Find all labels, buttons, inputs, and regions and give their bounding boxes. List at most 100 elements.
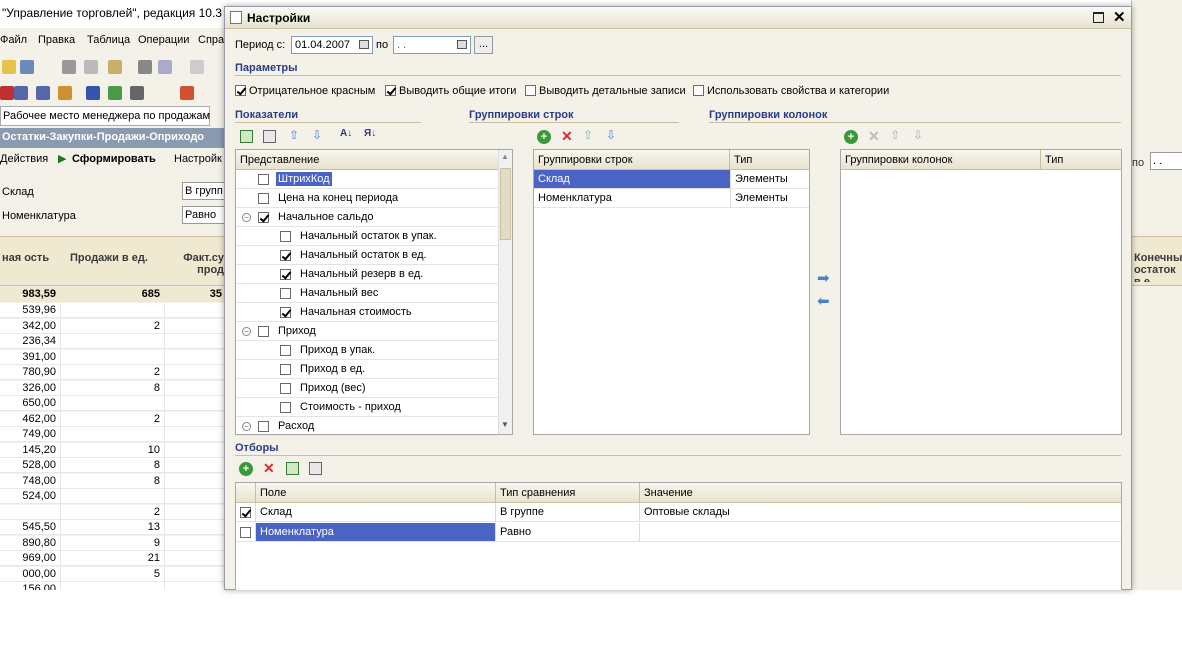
checkbox[interactable] bbox=[240, 527, 251, 538]
checkbox[interactable] bbox=[280, 364, 291, 375]
uncheck-all-icon[interactable] bbox=[263, 130, 276, 143]
param-2[interactable]: Выводить общие итоги bbox=[385, 85, 516, 97]
checkbox[interactable] bbox=[280, 231, 291, 242]
filter-field[interactable]: Склад bbox=[256, 503, 496, 522]
filter-field[interactable]: Номенклатура bbox=[256, 523, 496, 542]
scroll-down-icon[interactable]: ▼ bbox=[501, 420, 509, 429]
move-left-icon[interactable]: ⬅ bbox=[817, 292, 830, 310]
scroll-up-icon[interactable]: ▲ bbox=[501, 152, 509, 161]
collapse-icon[interactable]: − bbox=[242, 422, 251, 431]
param-3[interactable]: Выводить детальные записи bbox=[525, 85, 686, 97]
move-down-icon[interactable]: ⇩ bbox=[913, 128, 923, 142]
right-date-input[interactable]: . . bbox=[1150, 152, 1182, 170]
check-all-icon[interactable] bbox=[286, 462, 299, 475]
indicator-row[interactable]: Стоимость - приход bbox=[236, 398, 498, 417]
sort-desc-icon[interactable]: Я↓ bbox=[364, 128, 376, 139]
collapse-icon[interactable]: − bbox=[242, 327, 251, 336]
list-icon[interactable] bbox=[36, 86, 50, 100]
add-icon[interactable]: + bbox=[239, 462, 253, 476]
indicator-row[interactable]: Приход в упак. bbox=[236, 341, 498, 360]
rg-row-name[interactable]: Номенклатура bbox=[534, 189, 730, 208]
delete-icon[interactable]: ✕ bbox=[868, 128, 880, 145]
menu-edit[interactable]: Правка bbox=[38, 34, 75, 46]
checkbox[interactable] bbox=[240, 507, 251, 518]
indicator-row[interactable]: ШтрихКод bbox=[236, 170, 498, 189]
filter-value-warehouse[interactable]: В групп bbox=[182, 182, 226, 200]
checkbox[interactable] bbox=[258, 212, 269, 223]
filter-check[interactable] bbox=[236, 523, 256, 542]
paste-icon[interactable] bbox=[108, 60, 122, 74]
menu-table[interactable]: Таблица bbox=[87, 34, 130, 46]
indicator-row[interactable]: Начальный остаток в ед. bbox=[236, 246, 498, 265]
checkbox[interactable] bbox=[258, 174, 269, 185]
indicator-row[interactable]: Приход (вес) bbox=[236, 379, 498, 398]
checkbox[interactable] bbox=[280, 269, 291, 280]
form-button[interactable]: Сформировать bbox=[72, 153, 156, 165]
filter-value[interactable] bbox=[640, 523, 1121, 542]
move-up-icon[interactable]: ⇧ bbox=[890, 128, 900, 142]
checkbox[interactable] bbox=[525, 85, 536, 96]
filter-cmp[interactable]: Равно bbox=[496, 523, 640, 542]
check-all-icon[interactable] bbox=[240, 130, 253, 143]
calendar-icon[interactable] bbox=[457, 40, 467, 49]
move-up-icon[interactable]: ⇧ bbox=[583, 128, 593, 142]
sort-asc-icon[interactable]: A↓ bbox=[340, 128, 352, 139]
move-up-icon[interactable]: ⇧ bbox=[289, 128, 299, 142]
indicator-row[interactable]: Цена на конец периода bbox=[236, 189, 498, 208]
checkbox[interactable] bbox=[258, 193, 269, 204]
tab-manager-workplace[interactable]: Рабочее место менеджера по продажам bbox=[0, 106, 210, 126]
indicators-tree[interactable]: Представление ШтрихКод Цена на конец пери… bbox=[235, 149, 513, 436]
checkbox[interactable] bbox=[258, 421, 269, 432]
undo-icon[interactable] bbox=[190, 60, 204, 74]
filter-value-nomenclature[interactable]: Равно bbox=[182, 206, 226, 224]
checkbox[interactable] bbox=[693, 85, 704, 96]
report-icon[interactable] bbox=[58, 86, 72, 100]
menu-file[interactable]: Файл bbox=[0, 34, 27, 46]
indicator-row[interactable]: Начальный резерв в ед. bbox=[236, 265, 498, 284]
help-icon[interactable] bbox=[180, 86, 194, 100]
journal-icon[interactable] bbox=[14, 86, 28, 100]
indicator-row[interactable]: − Начальное сальдо bbox=[236, 208, 498, 227]
users-icon[interactable] bbox=[86, 86, 100, 100]
uncheck-all-icon[interactable] bbox=[309, 462, 322, 475]
filters-table[interactable]: Поле Тип сравнения Значение Склад В групп… bbox=[235, 482, 1122, 590]
move-down-icon[interactable]: ⇩ bbox=[312, 128, 322, 142]
move-right-icon[interactable]: ➡ bbox=[817, 269, 830, 287]
checkbox[interactable] bbox=[280, 288, 291, 299]
delete-icon[interactable]: ✕ bbox=[561, 128, 573, 145]
indicator-row[interactable]: − Приход bbox=[236, 322, 498, 341]
param-4[interactable]: Использовать свойства и категории bbox=[693, 85, 889, 97]
doc-icon[interactable] bbox=[0, 86, 14, 100]
open-icon[interactable] bbox=[2, 60, 16, 74]
copy-icon[interactable] bbox=[84, 60, 98, 74]
cut-icon[interactable] bbox=[62, 60, 76, 74]
indicator-row[interactable]: Начальный остаток в упак. bbox=[236, 227, 498, 246]
maximize-icon[interactable] bbox=[1093, 12, 1104, 23]
tree-scrollbar[interactable]: ▲ ▼ bbox=[498, 150, 512, 434]
rg-row-name[interactable]: Склад bbox=[534, 170, 730, 189]
collapse-icon[interactable]: − bbox=[242, 213, 251, 222]
checkbox[interactable] bbox=[280, 250, 291, 261]
save-icon[interactable] bbox=[20, 60, 34, 74]
rg-row-type[interactable]: Элементы bbox=[730, 170, 809, 189]
checkbox[interactable] bbox=[280, 345, 291, 356]
add-icon[interactable]: + bbox=[844, 130, 858, 144]
checkbox[interactable] bbox=[280, 383, 291, 394]
close-icon[interactable]: ✕ bbox=[1113, 8, 1126, 26]
calendar-icon[interactable] bbox=[359, 40, 369, 49]
calc-icon[interactable] bbox=[108, 86, 122, 100]
menu-operations[interactable]: Операции bbox=[138, 34, 189, 46]
checkbox[interactable] bbox=[280, 307, 291, 318]
settings-button[interactable]: Настройк bbox=[174, 153, 222, 165]
scroll-thumb[interactable] bbox=[500, 168, 511, 240]
period-select-button[interactable]: ... bbox=[474, 36, 493, 54]
filter-cmp[interactable]: В группе bbox=[496, 503, 640, 522]
delete-icon[interactable]: ✕ bbox=[263, 460, 275, 477]
indicator-row[interactable]: − Расход bbox=[236, 417, 498, 436]
checkbox[interactable] bbox=[385, 85, 396, 96]
add-icon[interactable]: + bbox=[537, 130, 551, 144]
indicator-row[interactable]: Начальный вес bbox=[236, 284, 498, 303]
row-groups-table[interactable]: Группировки строк Тип Склад Элементы Ном… bbox=[533, 149, 810, 435]
preview-icon[interactable] bbox=[158, 60, 172, 74]
checkbox[interactable] bbox=[235, 85, 246, 96]
